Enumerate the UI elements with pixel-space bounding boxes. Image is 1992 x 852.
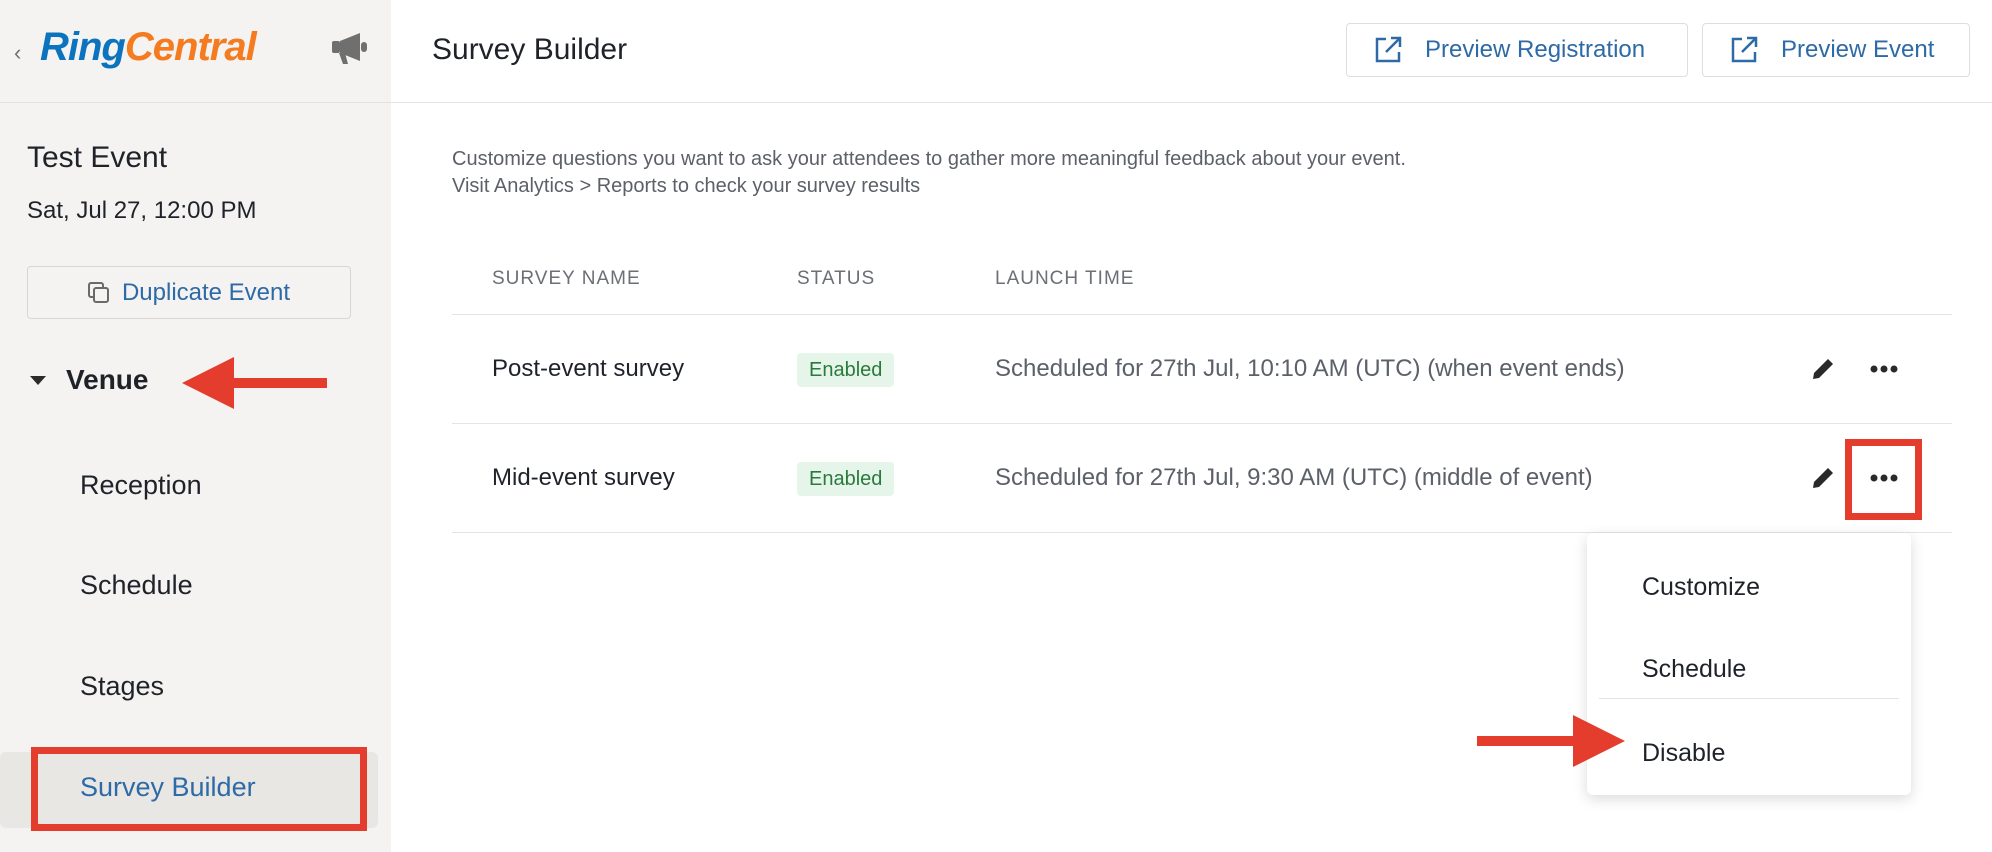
table-divider: [452, 423, 1952, 424]
intro-line-2: Visit Analytics > Reports to check your …: [452, 175, 921, 197]
highlight-box: [31, 747, 367, 831]
pencil-icon: [1813, 468, 1833, 488]
preview-event-label: Preview Event: [1781, 36, 1935, 63]
logo-text-ring: Ring: [40, 25, 126, 69]
column-header-survey-name: SURVEY NAME: [492, 268, 641, 289]
preview-registration-button[interactable]: Preview Registration: [1346, 23, 1688, 77]
launch-time-cell: Scheduled for 27th Jul, 9:30 AM (UTC) (m…: [995, 464, 1593, 491]
more-horizontal-icon: [1870, 365, 1898, 373]
sidebar-item-reception[interactable]: Reception: [80, 470, 202, 501]
column-header-status: STATUS: [797, 268, 876, 289]
column-header-launch-time: LAUNCH TIME: [995, 268, 1135, 289]
menu-item-disable[interactable]: Disable: [1642, 739, 1725, 768]
page-title: Survey Builder: [432, 33, 628, 66]
highlight-box: [1845, 439, 1922, 520]
event-title: Test Event: [27, 141, 168, 174]
intro-text: Customize questions you want to ask your…: [452, 146, 1406, 200]
edit-survey-button[interactable]: [1803, 349, 1843, 389]
more-options-menu: Customize Schedule Disable: [1587, 533, 1911, 795]
annotation-arrow-right-icon: [1477, 715, 1625, 767]
intro-line-1: Customize questions you want to ask your…: [452, 148, 1406, 170]
chevron-left-icon[interactable]: ‹: [14, 40, 21, 66]
caret-down-icon: [30, 375, 46, 385]
survey-name-cell: Mid-event survey: [492, 464, 675, 491]
external-link-icon: [1731, 36, 1758, 63]
sidebar: ‹ RingCentral Test Event Sat, Jul 27, 12…: [0, 0, 391, 852]
venue-section-toggle[interactable]: Venue: [30, 364, 148, 396]
pencil-icon: [1813, 359, 1833, 379]
sidebar-header: ‹ RingCentral: [0, 0, 391, 103]
annotation-arrow-left-icon: [182, 357, 327, 409]
external-link-icon: [1375, 36, 1402, 63]
status-badge: Enabled: [797, 462, 895, 496]
duplicate-icon: [87, 281, 109, 303]
sidebar-item-schedule[interactable]: Schedule: [80, 570, 193, 601]
launch-time-cell: Scheduled for 27th Jul, 10:10 AM (UTC) (…: [995, 355, 1625, 382]
megaphone-icon[interactable]: [330, 30, 374, 66]
preview-registration-label: Preview Registration: [1425, 36, 1646, 63]
edit-survey-button[interactable]: [1803, 458, 1843, 498]
sidebar-item-stages[interactable]: Stages: [80, 671, 164, 702]
duplicate-event-label: Duplicate Event: [121, 278, 291, 306]
menu-divider: [1599, 698, 1899, 699]
event-date: Sat, Jul 27, 12:00 PM: [27, 197, 257, 224]
logo-text-central: Central: [124, 25, 257, 69]
survey-name-cell: Post-event survey: [492, 355, 685, 382]
duplicate-event-button[interactable]: Duplicate Event: [27, 266, 351, 319]
venue-section-label: Venue: [66, 364, 149, 395]
menu-item-customize[interactable]: Customize: [1642, 573, 1760, 602]
preview-event-button[interactable]: Preview Event: [1702, 23, 1970, 77]
ringcentral-logo[interactable]: RingCentral: [40, 25, 257, 70]
status-badge: Enabled: [797, 353, 895, 387]
table-divider: [452, 314, 1952, 315]
more-options-button[interactable]: [1864, 349, 1904, 389]
menu-item-schedule[interactable]: Schedule: [1642, 655, 1746, 684]
